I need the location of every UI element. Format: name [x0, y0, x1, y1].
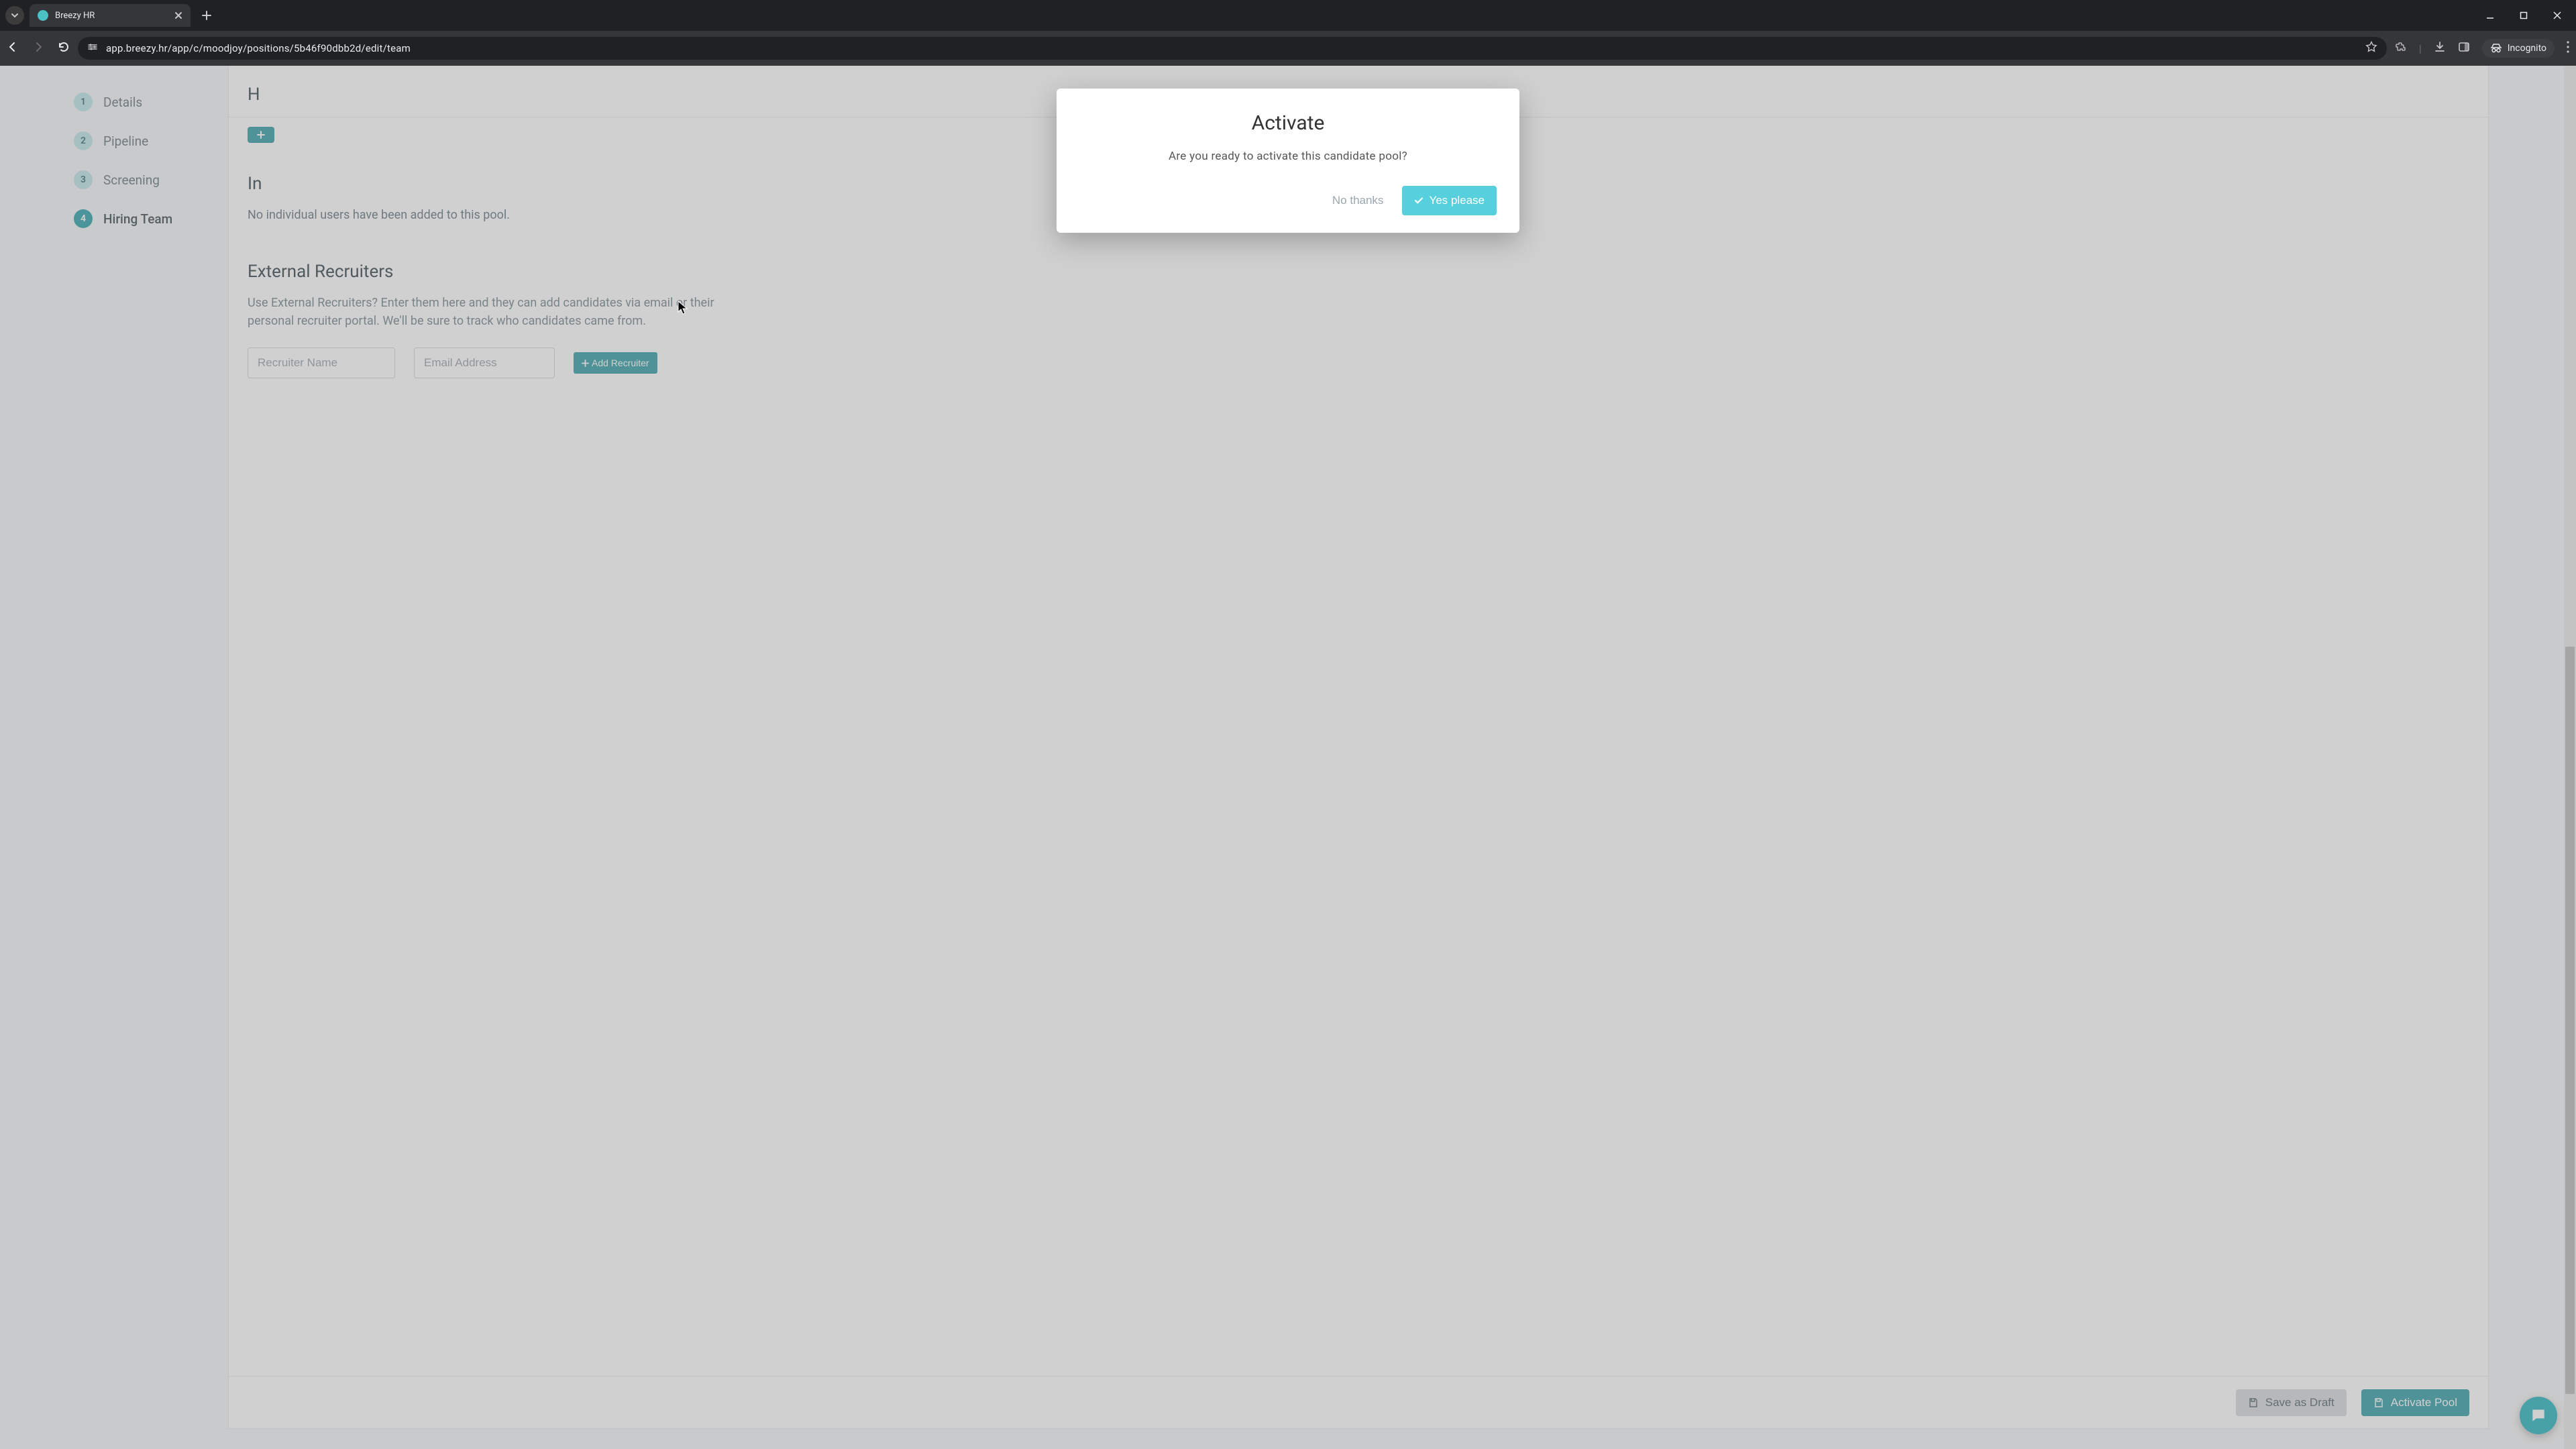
extensions-button[interactable] [2395, 41, 2407, 56]
star-icon [2365, 41, 2377, 53]
modal-cancel-label: No thanks [1332, 194, 1384, 207]
panel-icon [2458, 41, 2470, 53]
close-icon [174, 11, 182, 19]
mouse-cursor [678, 301, 688, 315]
check-icon [1414, 196, 1424, 205]
forward-button[interactable] [32, 41, 44, 56]
chevron-down-icon [11, 11, 19, 19]
activate-modal: Activate Are you ready to activate this … [1057, 89, 1519, 233]
modal-cancel-button[interactable]: No thanks [1332, 194, 1384, 207]
puzzle-icon [2395, 41, 2407, 53]
close-icon [2553, 11, 2561, 19]
minimize-icon [2486, 11, 2494, 19]
page-viewport: 1 Details 2 Pipeline 3 Screening 4 Hirin… [0, 66, 2576, 1449]
reload-icon [58, 41, 70, 53]
favicon-icon [38, 10, 48, 21]
cursor-icon [678, 301, 688, 315]
maximize-icon [2520, 11, 2528, 19]
minimize-button[interactable] [2482, 9, 2498, 22]
incognito-label: Incognito [2508, 43, 2546, 54]
download-icon [2434, 41, 2446, 53]
incognito-icon [2490, 44, 2502, 53]
close-tab-button[interactable] [174, 9, 182, 22]
browser-menu-button[interactable] [2567, 41, 2569, 56]
incognito-badge[interactable]: Incognito [2482, 39, 2555, 58]
tab-strip: Breezy HR [0, 0, 2576, 31]
plus-icon [202, 11, 211, 20]
window-controls [2482, 9, 2571, 22]
browser-toolbar: app.breezy.hr/app/c/moodjoy/positions/5b… [0, 31, 2576, 66]
maximize-button[interactable] [2516, 9, 2532, 22]
site-settings-icon[interactable] [87, 42, 98, 55]
modal-title: Activate [1079, 111, 1497, 135]
modal-confirm-label: Yes please [1429, 194, 1485, 207]
modal-body-text: Are you ready to activate this candidate… [1079, 150, 1497, 163]
reload-button[interactable] [58, 41, 70, 56]
modal-confirm-button[interactable]: Yes please [1402, 186, 1497, 215]
side-panel-button[interactable] [2458, 41, 2470, 56]
back-button[interactable] [7, 41, 19, 56]
downloads-button[interactable] [2434, 41, 2446, 56]
arrow-left-icon [7, 41, 19, 53]
tabs-dropdown-button[interactable] [5, 6, 24, 25]
tab-title: Breezy HR [55, 11, 168, 21]
modal-actions: No thanks Yes please [1079, 186, 1497, 215]
url-text: app.breezy.hr/app/c/moodjoy/positions/5b… [106, 42, 411, 54]
modal-backdrop[interactable] [0, 66, 2576, 1449]
arrow-right-icon [32, 41, 44, 53]
new-tab-button[interactable] [197, 6, 216, 25]
address-bar[interactable]: app.breezy.hr/app/c/moodjoy/positions/5b… [78, 37, 2387, 60]
dots-vertical-icon [2567, 41, 2569, 53]
close-window-button[interactable] [2549, 9, 2565, 22]
bookmark-button[interactable] [2365, 41, 2377, 56]
browser-tab-active[interactable]: Breezy HR [30, 4, 191, 27]
